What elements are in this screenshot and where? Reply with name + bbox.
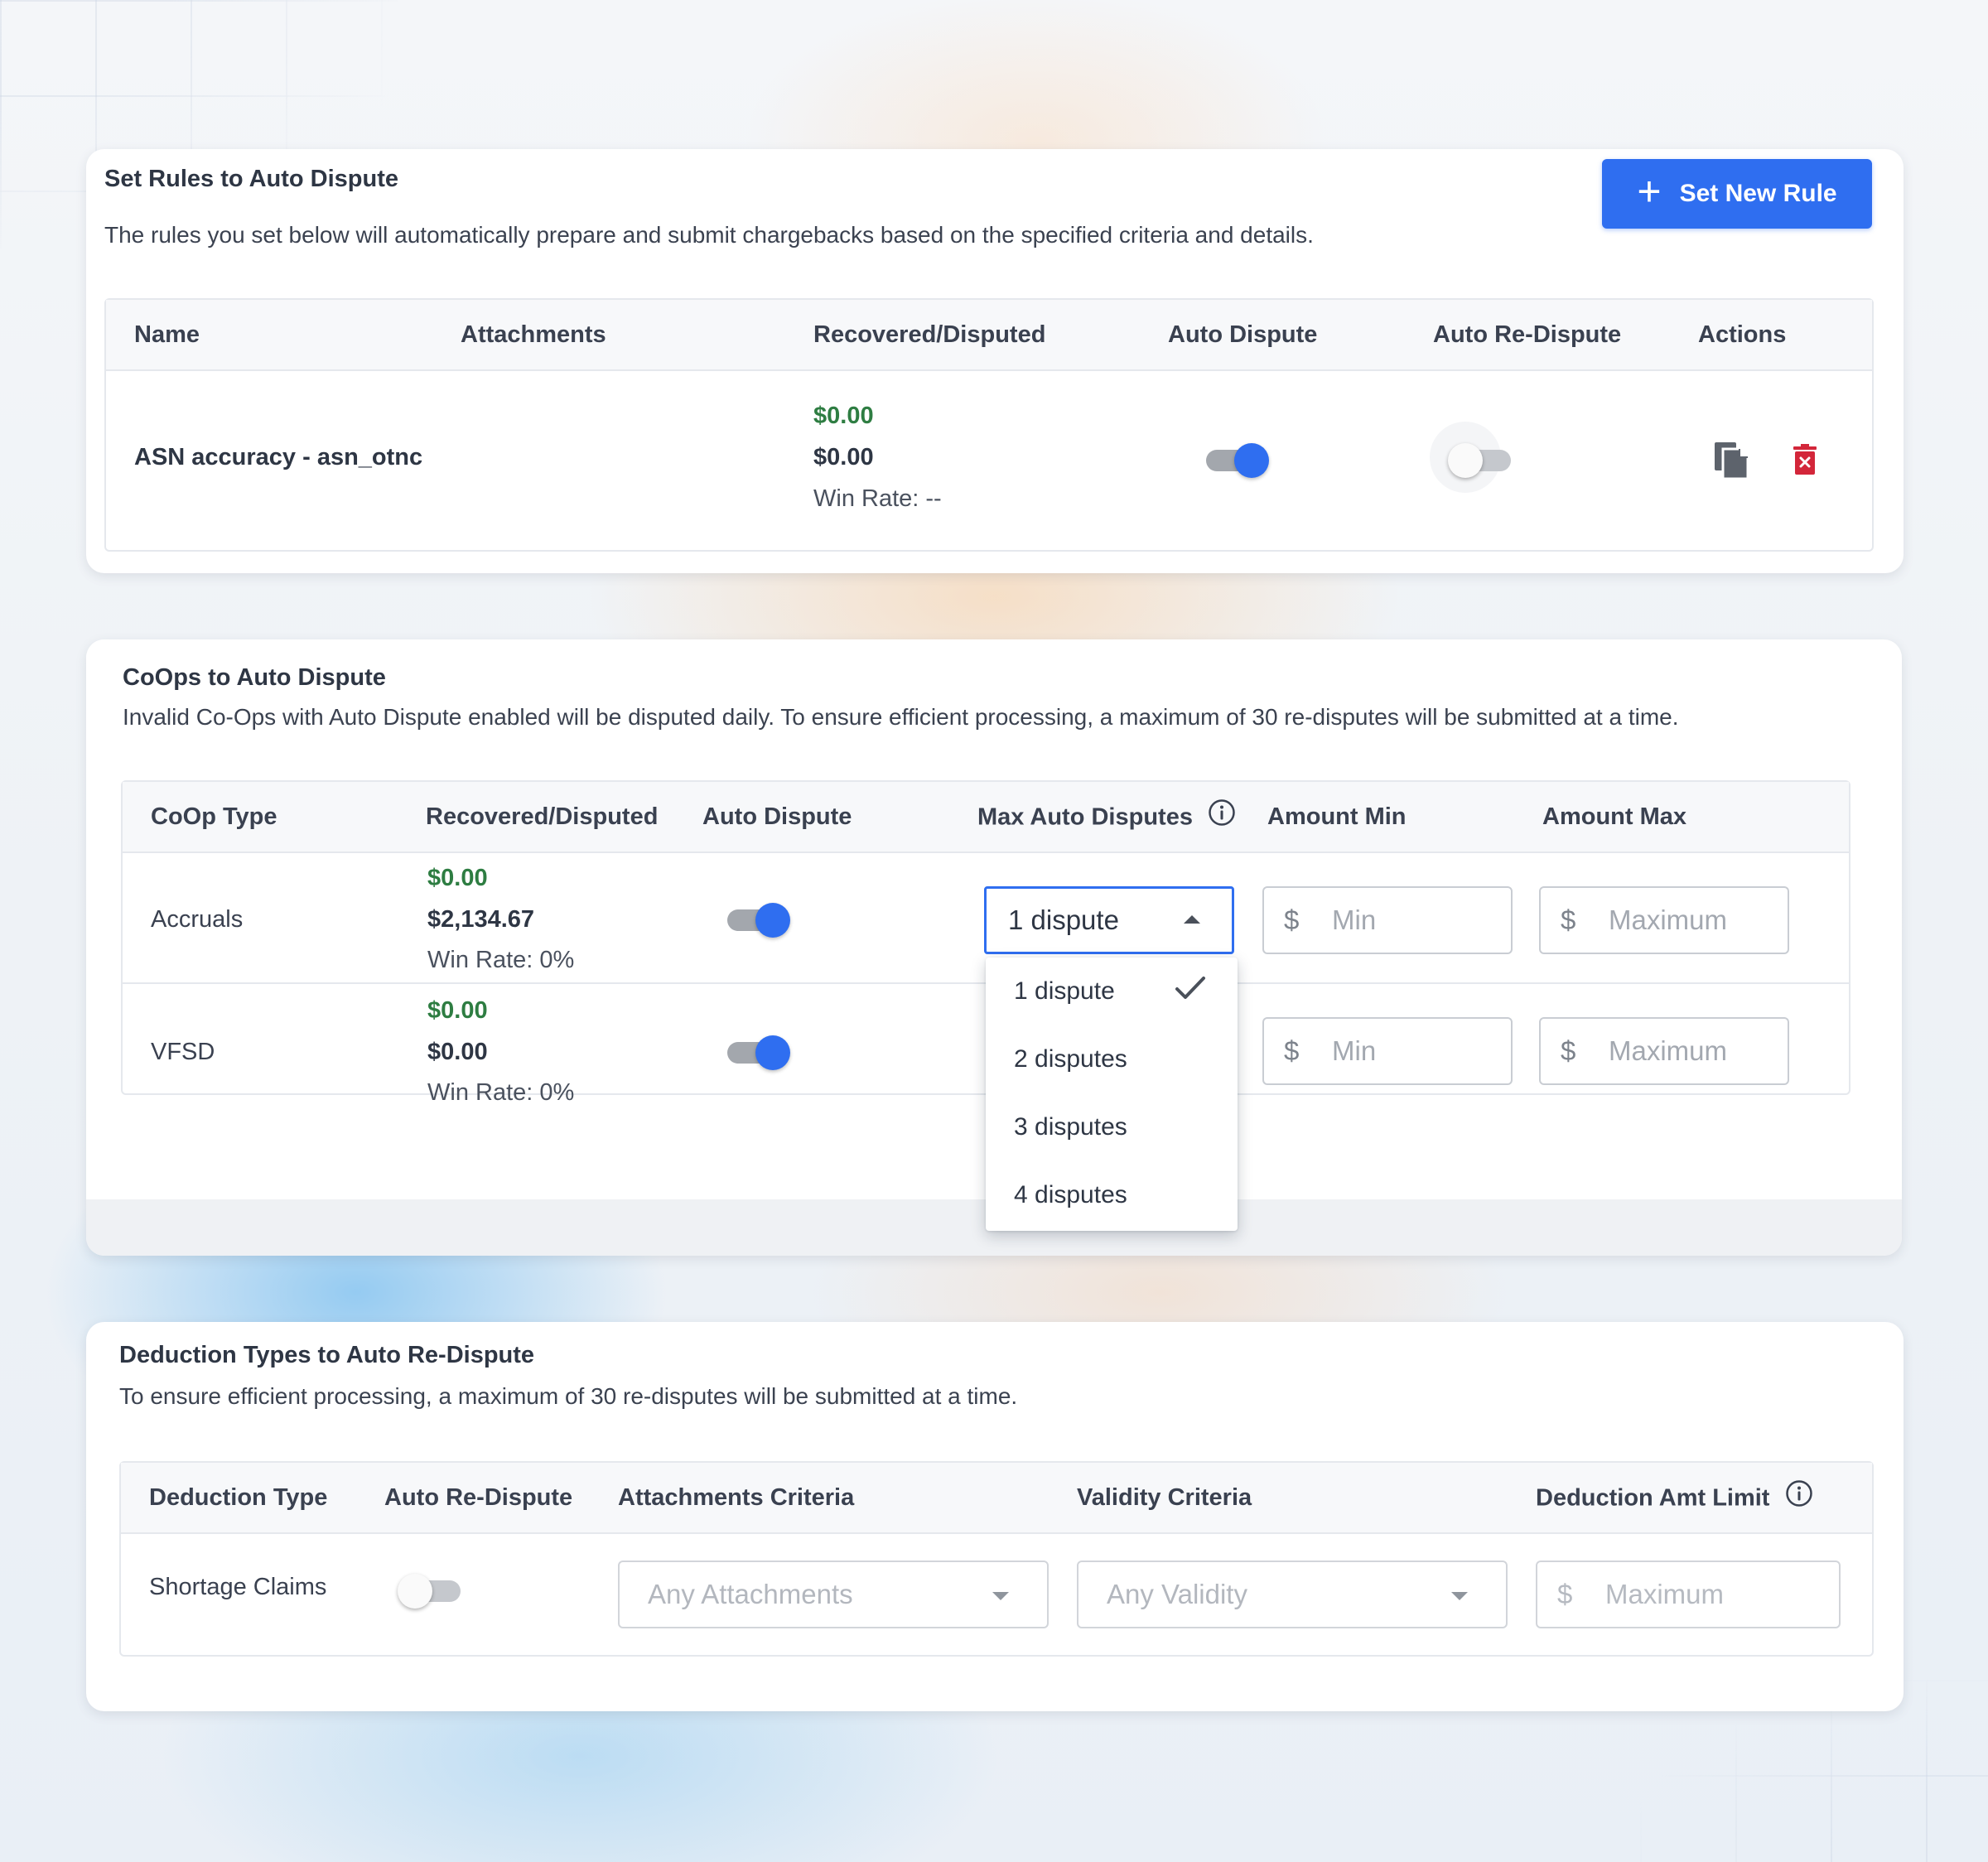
validity-criteria-value: Any Validity — [1107, 1579, 1247, 1609]
deduction-amt-limit-placeholder: Maximum — [1605, 1579, 1725, 1609]
deduction-card: Deduction Types to Auto Re-Dispute To en… — [86, 1322, 1904, 1711]
recovered-amount: $0.00 — [427, 997, 488, 1024]
auto-dispute-toggle[interactable] — [1203, 440, 1269, 481]
column-header-actions: Actions — [1698, 321, 1787, 348]
auto-dispute-toggle[interactable] — [724, 900, 790, 941]
coops-table-header: CoOp Type Recovered/Disputed Auto Disput… — [123, 782, 1849, 853]
chevron-down-icon — [992, 1592, 1009, 1600]
recovered-amount: $0.00 — [427, 865, 488, 891]
column-header-auto-redispute: Auto Re-Dispute — [1433, 321, 1622, 348]
amount-min-placeholder: Min — [1332, 904, 1377, 935]
table-row: Shortage Claims Any Attachments Any Vali… — [121, 1534, 1872, 1657]
column-header-validity-criteria: Validity Criteria — [1077, 1484, 1252, 1511]
rules-card-description: The rules you set below will automatical… — [104, 222, 1314, 248]
column-header-attachments: Attachments — [461, 321, 606, 348]
deduction-type: Shortage Claims — [149, 1574, 327, 1600]
auto-dispute-toggle[interactable] — [724, 1032, 790, 1073]
deduction-amt-limit-input[interactable]: $ Maximum — [1536, 1561, 1841, 1628]
delete-icon[interactable] — [1793, 444, 1817, 475]
max-auto-disputes-select[interactable]: 1 dispute — [984, 886, 1234, 954]
auto-redispute-toggle[interactable] — [1430, 422, 1514, 493]
auto-redispute-toggle[interactable] — [398, 1570, 464, 1612]
coops-card-title: CoOps to Auto Dispute — [123, 664, 386, 691]
win-rate: Win Rate: 0% — [427, 1079, 575, 1106]
column-header-auto-redispute: Auto Re-Dispute — [384, 1484, 573, 1511]
column-header-name: Name — [134, 321, 200, 348]
win-rate: Win Rate: -- — [813, 485, 942, 512]
win-rate: Win Rate: 0% — [427, 947, 575, 973]
column-header-coop-type: CoOp Type — [151, 803, 277, 830]
amount-max-input[interactable]: $ Maximum — [1539, 886, 1789, 954]
coop-type: VFSD — [151, 1039, 215, 1065]
rule-name: ASN accuracy - asn_otnc — [134, 444, 423, 470]
recovered-amount: $0.00 — [813, 403, 874, 429]
column-header-amount-min: Amount Min — [1267, 803, 1407, 830]
rules-card: Set Rules to Auto Dispute The rules you … — [86, 149, 1904, 573]
dollar-sign: $ — [1557, 1579, 1573, 1609]
info-icon[interactable] — [1785, 1479, 1813, 1514]
column-header-max-auto-disputes: Max Auto Disputes — [977, 799, 1236, 833]
copy-icon[interactable] — [1713, 441, 1749, 480]
column-header-auto-dispute: Auto Dispute — [1168, 321, 1318, 348]
coop-type: Accruals — [151, 906, 244, 933]
rules-table: Name Attachments Recovered/Disputed Auto… — [104, 298, 1874, 552]
disputed-amount: $2,134.67 — [427, 906, 535, 933]
column-header-amount-max: Amount Max — [1542, 803, 1686, 830]
set-new-rule-button[interactable]: + Set New Rule — [1602, 159, 1872, 229]
disputed-amount: $0.00 — [813, 444, 874, 470]
rules-card-title: Set Rules to Auto Dispute — [104, 166, 398, 192]
amount-max-placeholder: Maximum — [1609, 904, 1728, 935]
amount-max-input[interactable]: $ Maximum — [1539, 1017, 1789, 1085]
chevron-down-icon — [1451, 1592, 1468, 1600]
coops-card-description: Invalid Co-Ops with Auto Dispute enabled… — [123, 704, 1679, 730]
attachments-criteria-select[interactable]: Any Attachments — [618, 1561, 1049, 1628]
column-header-auto-dispute: Auto Dispute — [702, 803, 852, 830]
column-header-recovered-disputed: Recovered/Disputed — [426, 803, 659, 830]
set-new-rule-label: Set New Rule — [1679, 180, 1837, 207]
amount-min-input[interactable]: $ Min — [1262, 1017, 1513, 1085]
disputed-amount: $0.00 — [427, 1039, 488, 1065]
column-header-recovered-disputed: Recovered/Disputed — [813, 321, 1046, 348]
dollar-sign: $ — [1561, 904, 1576, 935]
dollar-sign: $ — [1561, 1035, 1576, 1066]
column-header-deduction-type: Deduction Type — [149, 1484, 328, 1511]
plus-icon: + — [1637, 168, 1662, 215]
max-auto-disputes-dropdown: 1 dispute 2 disputes 3 disputes 4 disput… — [986, 958, 1238, 1231]
validity-criteria-select[interactable]: Any Validity — [1077, 1561, 1508, 1628]
dollar-sign: $ — [1284, 1035, 1300, 1066]
dropdown-option-3-disputes[interactable]: 3 disputes — [986, 1093, 1238, 1161]
checkmark-icon — [1175, 976, 1206, 1007]
amount-min-input[interactable]: $ Min — [1262, 886, 1513, 954]
deduction-card-description: To ensure efficient processing, a maximu… — [119, 1383, 1018, 1409]
rules-table-header: Name Attachments Recovered/Disputed Auto… — [106, 300, 1872, 371]
amount-min-placeholder: Min — [1332, 1035, 1377, 1066]
column-header-attachments-criteria: Attachments Criteria — [618, 1484, 855, 1511]
deduction-table-header: Deduction Type Auto Re-Dispute Attachmen… — [121, 1463, 1872, 1534]
caret-up-icon — [1184, 915, 1200, 924]
attachments-criteria-value: Any Attachments — [648, 1579, 853, 1609]
dropdown-option-2-disputes[interactable]: 2 disputes — [986, 1025, 1238, 1093]
info-icon[interactable] — [1208, 798, 1236, 833]
amount-max-placeholder: Maximum — [1609, 1035, 1728, 1066]
dollar-sign: $ — [1284, 904, 1300, 935]
deduction-card-title: Deduction Types to Auto Re-Dispute — [119, 1342, 535, 1368]
max-auto-disputes-value: 1 dispute — [1008, 904, 1119, 935]
column-header-deduction-amt-limit: Deduction Amt Limit — [1536, 1480, 1813, 1514]
coops-card: CoOps to Auto Dispute Invalid Co-Ops wit… — [86, 639, 1902, 1256]
dropdown-option-4-disputes[interactable]: 4 disputes — [986, 1161, 1238, 1229]
table-row: ASN accuracy - asn_otnc $0.00 $0.00 Win … — [106, 371, 1872, 552]
dropdown-option-1-dispute[interactable]: 1 dispute — [986, 958, 1238, 1025]
deduction-table: Deduction Type Auto Re-Dispute Attachmen… — [119, 1461, 1874, 1657]
